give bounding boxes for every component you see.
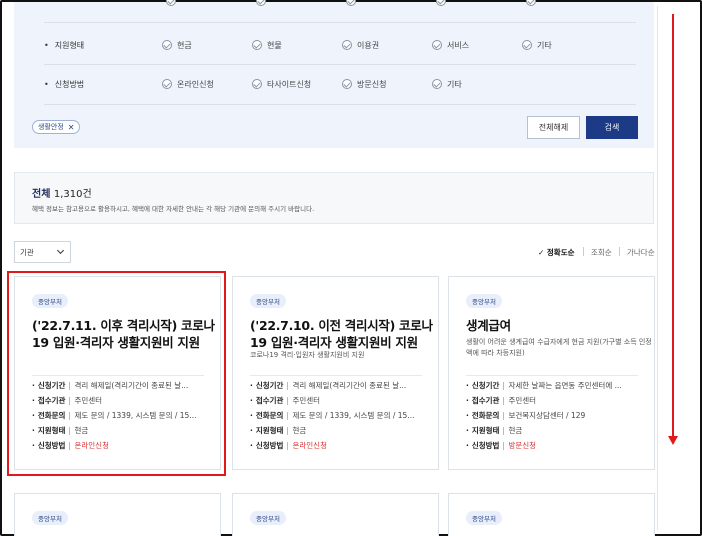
result-summary: 전체 1,310건 혜택 정보는 참고용으로 활용하시고, 혜택에 대한 자세한… (14, 172, 654, 224)
info-row-agency: 접수기관주민센터 (250, 393, 430, 408)
filter-row-support-type: 지원형태 현금 현물 이용권 서비스 기타 (44, 37, 612, 53)
card-divider (250, 375, 422, 376)
info-row-phone: 전화문의제도 문의 / 1339, 시스템 문의 / 15... (250, 408, 430, 423)
page-right-edge (657, 6, 658, 530)
filter-label: 지원형태 (44, 40, 162, 51)
result-description: 혜택 정보는 참고용으로 활용하시고, 혜택에 대한 자세한 안내는 각 해당 … (32, 205, 315, 213)
category-badge: 중앙부처 (250, 294, 286, 308)
check-icon (346, 0, 356, 6)
filter-option[interactable] (436, 0, 526, 6)
filter-row-apply-method: 신청방법 온라인신청 타사이트신청 방문신청 기타 (44, 76, 522, 92)
filter-option-visit[interactable]: 방문신청 (342, 79, 432, 90)
sort-views[interactable]: 조회순 (591, 247, 612, 258)
benefit-card[interactable]: 중앙부처 (448, 493, 655, 536)
filter-option[interactable] (256, 0, 346, 6)
info-row-period: 신청기간격리 해제일(격리기간이 종료된 날... (250, 378, 430, 393)
sort-alpha[interactable]: 가나다순 (627, 247, 655, 258)
arrow-down-icon (668, 436, 678, 445)
info-row-phone: 전화문의보건복지상담센터 / 129 (466, 408, 646, 423)
card-info: 신청기간격리 해제일(격리기간이 종료된 날... 접수기관주민센터 전화문의제… (250, 378, 430, 453)
sort-divider (619, 247, 620, 256)
info-row-method: 신청방법온라인신청 (250, 438, 430, 453)
check-icon (342, 40, 352, 50)
reset-button[interactable]: 전체해제 (527, 116, 580, 139)
card-subtitle: 생활이 어려운 생계급여 수급자에게 현금 지원(가구별 소득 인정액에 따라 … (466, 338, 652, 357)
filter-option-other-site[interactable]: 타사이트신청 (252, 79, 342, 90)
scroll-arrow-line (672, 14, 674, 441)
check-icon (162, 40, 172, 50)
check-icon (342, 79, 352, 89)
check-icon (256, 0, 266, 6)
category-badge: 중앙부처 (32, 511, 68, 525)
close-icon[interactable]: ✕ (68, 123, 75, 132)
check-icon (432, 40, 442, 50)
category-badge: 중앙부처 (466, 511, 502, 525)
filter-option-service[interactable]: 서비스 (432, 40, 522, 51)
filter-option-goods[interactable]: 현물 (252, 40, 342, 51)
sort-divider (583, 247, 584, 256)
filter-row-top (166, 0, 616, 9)
benefit-card[interactable]: 중앙부처 생계급여 생활이 어려운 생계급여 수급자에게 현금 지원(가구별 소… (448, 276, 655, 470)
check-icon (522, 40, 532, 50)
card-title[interactable]: 생계급여 (466, 317, 652, 334)
benefit-card[interactable]: 중앙부처 ('22.7.10. 이전 격리시작) 코로나19 입원·격리자 생활… (232, 276, 439, 470)
check-icon (252, 79, 262, 89)
agency-select[interactable]: 기관 (14, 241, 71, 263)
filter-option[interactable] (526, 0, 616, 6)
filter-option-online[interactable]: 온라인신청 (162, 79, 252, 90)
info-row-type: 지원형태현금 (250, 423, 430, 438)
card-title[interactable]: ('22.7.10. 이전 격리시작) 코로나19 입원·격리자 생활지원비 지… (250, 317, 436, 351)
card-divider (466, 375, 638, 376)
category-badge: 중앙부처 (250, 511, 286, 525)
filter-divider (44, 22, 636, 23)
info-row-period: 신청기간자세한 날짜는 읍면동 주민센터에 ... (466, 378, 646, 393)
filter-option[interactable] (346, 0, 436, 6)
filter-option-etc[interactable]: 기타 (522, 40, 612, 51)
check-icon (526, 0, 536, 6)
sort-accuracy[interactable]: ✓ 정확도순 (538, 247, 575, 258)
info-row-method: 신청방법방문신청 (466, 438, 646, 453)
check-icon (432, 79, 442, 89)
card-subtitle: 코로나19 격리·입원자 생활지원비 지원 (250, 351, 365, 359)
highlight-box (7, 271, 226, 476)
check-icon (252, 40, 262, 50)
filter-option[interactable] (166, 0, 256, 6)
filter-option-voucher[interactable]: 이용권 (342, 40, 432, 51)
card-info: 신청기간자세한 날짜는 읍면동 주민센터에 ... 접수기관주민센터 전화문의보… (466, 378, 646, 453)
info-row-type: 지원형태현금 (466, 423, 646, 438)
result-title: 전체 1,310건 (32, 189, 92, 200)
check-icon (436, 0, 446, 6)
filter-option-cash[interactable]: 현금 (162, 40, 252, 51)
filter-divider (44, 104, 636, 105)
check-icon (162, 79, 172, 89)
category-badge: 중앙부처 (466, 294, 502, 308)
result-count: 1,310건 (53, 189, 92, 200)
benefit-card[interactable]: 중앙부처 (232, 493, 439, 536)
chevron-down-icon (56, 246, 65, 255)
filter-divider (44, 64, 636, 65)
search-button[interactable]: 검색 (586, 116, 638, 139)
check-icon (166, 0, 176, 6)
info-row-agency: 접수기관주민센터 (466, 393, 646, 408)
filter-label: 신청방법 (44, 79, 162, 90)
filter-option-etc2[interactable]: 기타 (432, 79, 522, 90)
selected-filter-tag[interactable]: 생활안정 ✕ (32, 120, 81, 134)
benefit-card[interactable]: 중앙부처 (14, 493, 221, 536)
